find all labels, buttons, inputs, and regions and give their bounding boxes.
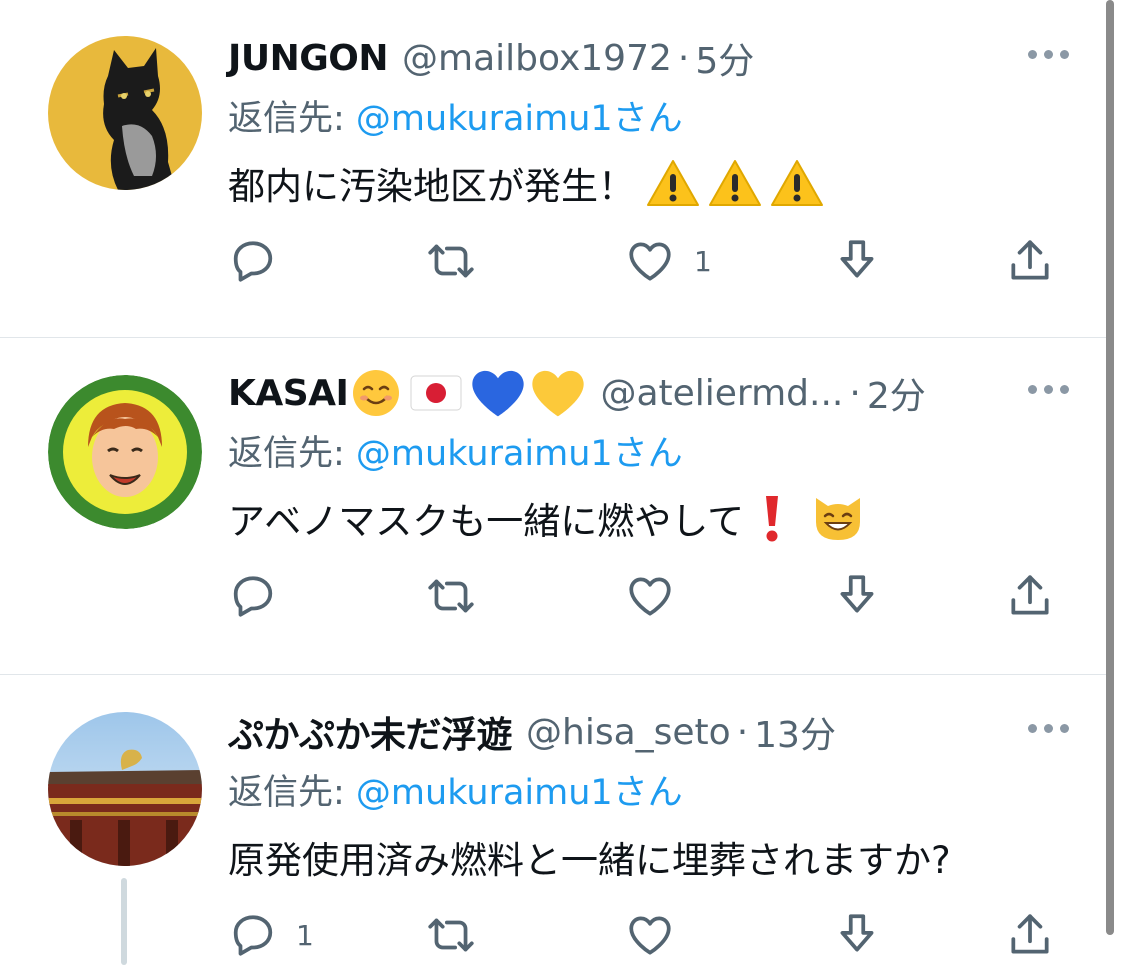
smiling-face-emoji-icon [350,367,402,419]
tweet[interactable]: KASAI @ateliermd... · 2分 返信先: @mukuraimu… [0,363,1106,663]
display-name[interactable]: KASAI [228,373,349,414]
display-name[interactable]: ぷかぷか未だ浮遊 [228,706,513,758]
reply-context: 返信先: @mukuraimu1さん [228,764,683,815]
tweet-header: ぷかぷか未だ浮遊 @hisa_seto · 13分 [228,702,836,762]
tweet[interactable]: JUNGON @mailbox1972 · 5分 返信先: @mukuraimu… [0,28,1106,328]
tweet-actions [228,571,1068,631]
reply-button[interactable] [228,236,296,286]
save-icon [832,236,882,286]
reply-mention[interactable]: @mukuraimu1さん [356,99,683,139]
warning-emoji-icon [707,157,763,209]
reply-icon [228,571,278,621]
more-icon[interactable] [1028,724,1069,733]
reply-button[interactable]: 1 [228,910,314,960]
timestamp[interactable]: 2分 [867,367,926,419]
save-button[interactable] [832,236,882,286]
retweet-icon [424,571,478,621]
share-button[interactable] [1004,236,1056,286]
like-icon [624,236,676,286]
japan-flag-emoji-icon [410,373,462,413]
thread-connector-line [121,878,127,965]
user-handle[interactable]: @ateliermd... [600,373,843,414]
retweet-button[interactable] [424,571,496,621]
tweet-header: JUNGON @mailbox1972 · 5分 [228,28,754,88]
warning-emoji-icon [645,157,701,209]
avatar[interactable] [48,36,202,190]
share-icon [1004,236,1056,286]
tweet[interactable]: ぷかぷか未だ浮遊 @hisa_seto · 13分 返信先: @mukuraim… [0,702,1106,965]
tweet-text-content: 都内に汚染地区が発生！ [228,165,635,208]
reply-button[interactable] [228,571,296,621]
share-button[interactable] [1004,571,1056,621]
reply-label: 返信先: [228,99,356,139]
tweet-text-content: アベノマスクも一緒に燃やして [228,500,745,543]
reply-context: 返信先: @mukuraimu1さん [228,425,683,476]
tweet-text: 都内に汚染地区が発生！ [228,156,825,210]
display-name[interactable]: JUNGON [228,38,389,79]
blue-heart-emoji-icon [470,367,526,419]
like-button[interactable] [624,571,694,621]
reply-icon [228,236,278,286]
separator: · [849,372,861,414]
tweet-actions: 1 [228,910,1068,970]
exclamation-emoji-icon [758,492,786,544]
retweet-icon [424,910,478,960]
retweet-button[interactable] [424,236,496,286]
reply-mention[interactable]: @mukuraimu1さん [356,773,683,813]
share-icon [1004,910,1056,960]
tweet-text: アベノマスクも一緒に燃やして [228,491,866,545]
like-button[interactable] [624,910,694,960]
user-handle[interactable]: @hisa_seto [526,712,731,753]
tweet-header: KASAI @ateliermd... · 2分 [228,363,926,423]
grinning-cat-emoji-icon [810,492,866,544]
reply-label: 返信先: [228,434,356,474]
save-icon [832,571,882,621]
tweet-divider [0,674,1106,675]
save-button[interactable] [832,910,882,960]
like-count: 1 [694,244,712,278]
yellow-heart-emoji-icon [530,367,586,419]
like-icon [624,910,676,960]
separator: · [736,711,749,753]
reply-context: 返信先: @mukuraimu1さん [228,90,683,141]
save-button[interactable] [832,571,882,621]
reply-label: 返信先: [228,773,356,813]
more-icon[interactable] [1028,50,1069,59]
warning-emoji-icon [769,157,825,209]
user-handle[interactable]: @mailbox1972 [402,38,672,79]
timestamp[interactable]: 13分 [754,706,836,758]
tweet-text: 原発使用済み燃料と一緒に埋葬されますか? [228,830,951,884]
more-icon[interactable] [1028,385,1069,394]
like-button[interactable]: 1 [624,236,712,286]
avatar[interactable] [48,375,202,529]
tweet-text-content: 原発使用済み燃料と一緒に埋葬されますか? [228,839,951,882]
share-button[interactable] [1004,910,1056,960]
save-icon [832,910,882,960]
retweet-button[interactable] [424,910,496,960]
separator: · [677,37,690,79]
timestamp[interactable]: 5分 [695,32,754,84]
retweet-icon [424,236,478,286]
reply-icon [228,910,278,960]
reply-mention[interactable]: @mukuraimu1さん [356,434,683,474]
share-icon [1004,571,1056,621]
reply-count: 1 [296,918,314,952]
scrollbar[interactable] [1106,0,1114,935]
like-icon [624,571,676,621]
tweet-divider [0,337,1106,338]
avatar[interactable] [48,712,202,866]
tweet-actions: 1 [228,236,1068,296]
